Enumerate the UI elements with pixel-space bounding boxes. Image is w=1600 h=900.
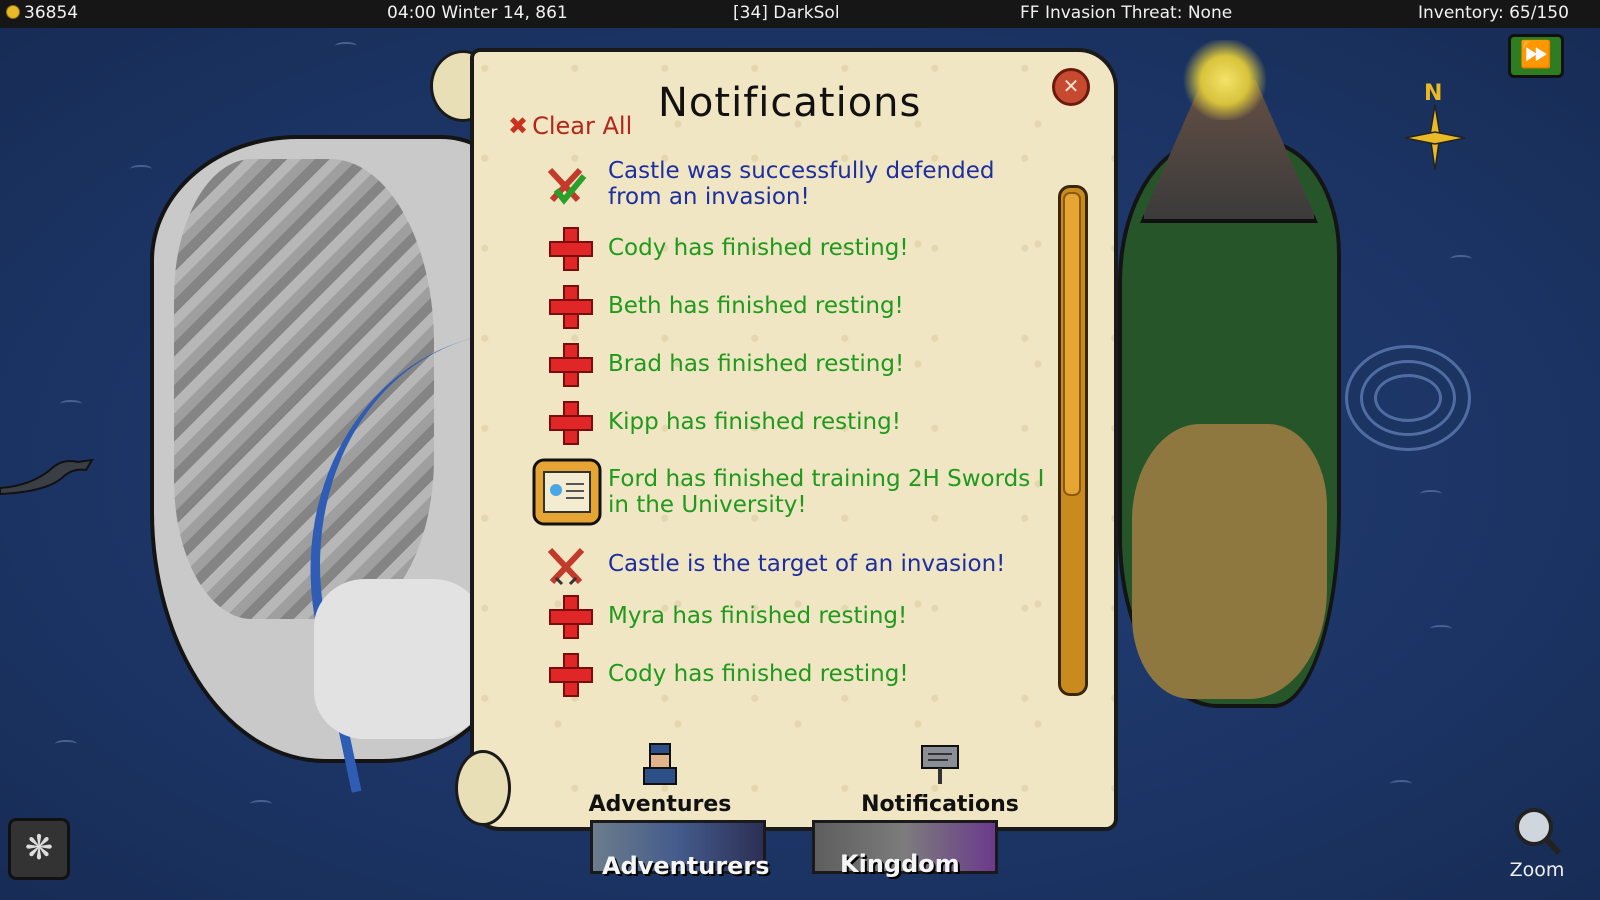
red-cross-icon: [542, 593, 593, 641]
close-icon: ✕: [1062, 74, 1080, 98]
tab-adventures[interactable]: Adventures: [585, 742, 735, 817]
kingdom-button[interactable]: Kingdom: [840, 850, 960, 878]
zoom-button[interactable]: Zoom: [1506, 805, 1568, 885]
adventurer-portrait-icon: [643, 743, 677, 785]
red-cross-icon: [542, 283, 593, 331]
adventurers-button[interactable]: Adventurers: [602, 852, 770, 880]
wave-decoration: [1390, 780, 1412, 788]
notification-text: Brad has finished resting!: [608, 351, 905, 377]
notification-text: Myra has finished resting!: [608, 603, 908, 629]
crossed-swords-icon: [547, 547, 585, 586]
close-button[interactable]: ✕: [1052, 68, 1090, 106]
magnifier-icon: [1515, 808, 1562, 856]
east-island[interactable]: [1118, 140, 1341, 708]
zoom-label: Zoom: [1509, 859, 1565, 881]
wave-decoration: [130, 165, 152, 173]
swords-check-icon: [547, 167, 587, 205]
gold-value: 36854: [24, 3, 79, 23]
desert-region: [1132, 424, 1327, 699]
wave-decoration: [1420, 490, 1442, 498]
player-name: [34] DarkSol: [733, 3, 840, 23]
red-cross-icon: [542, 399, 593, 447]
tab-adventures-label: Adventures: [588, 792, 732, 817]
wave-decoration: [1450, 255, 1472, 263]
scroll-bottom-roll: [455, 750, 511, 826]
tab-notifications-label: Notifications: [861, 792, 1019, 817]
top-status-bar: 36854 04:00 Winter 14, 861 [34] DarkSol …: [0, 0, 1600, 28]
wave-decoration: [1430, 625, 1452, 633]
signpost-icon: [921, 745, 959, 784]
red-x-icon: ✖: [508, 112, 529, 140]
notification-text: Castle is the target of an invasion!: [608, 551, 1006, 577]
coin-icon: [6, 5, 20, 19]
whirlpool: [1345, 345, 1471, 451]
notification-text: Kipp has finished resting!: [608, 409, 901, 435]
notification-text: Beth has finished resting!: [608, 293, 904, 319]
notification-text: Cody has finished resting!: [608, 661, 909, 687]
snow-forest: [314, 579, 484, 739]
red-cross-icon: [542, 651, 593, 699]
notification-text: Castle was successfully defended from an…: [608, 158, 995, 210]
wave-decoration: [250, 800, 272, 808]
compass-north-label: N: [1424, 81, 1442, 106]
fast-forward-icon: ⏩: [1519, 40, 1553, 70]
notification-list[interactable]: Castle was successfully defended from an…: [530, 150, 1050, 700]
settings-button[interactable]: ❋: [8, 818, 70, 880]
notification-text: Ford has finished training 2H Swords I i…: [608, 466, 1045, 518]
game-datetime: 04:00 Winter 14, 861: [387, 3, 568, 23]
clear-all-label: Clear All: [532, 112, 633, 140]
wave-decoration: [60, 400, 82, 408]
gear-icon: ❋: [24, 828, 54, 868]
wave-decoration: [55, 740, 77, 748]
notification-scrollbar[interactable]: [1058, 185, 1088, 696]
inventory-count: Inventory: 65/150: [1418, 3, 1569, 23]
lava-eruption: [1180, 40, 1270, 120]
red-cross-icon: [542, 341, 593, 389]
sea-serpent-icon: [0, 458, 94, 495]
dialog-title: Notifications: [658, 80, 922, 126]
compass-rose-icon: N: [1404, 81, 1466, 171]
fast-forward-button[interactable]: ⏩: [1508, 34, 1564, 78]
tab-notifications[interactable]: Notifications: [855, 742, 1025, 817]
notification-text: Cody has finished resting!: [608, 235, 909, 261]
scroll-icon: [532, 458, 602, 526]
wave-decoration: [335, 42, 357, 50]
invasion-threat: FF Invasion Threat: None: [1020, 3, 1233, 23]
red-cross-icon: [542, 225, 593, 273]
clear-all-button[interactable]: ✖ Clear All: [508, 112, 632, 140]
gold-counter: 36854: [6, 3, 78, 23]
scrollbar-thumb[interactable]: [1063, 192, 1081, 496]
